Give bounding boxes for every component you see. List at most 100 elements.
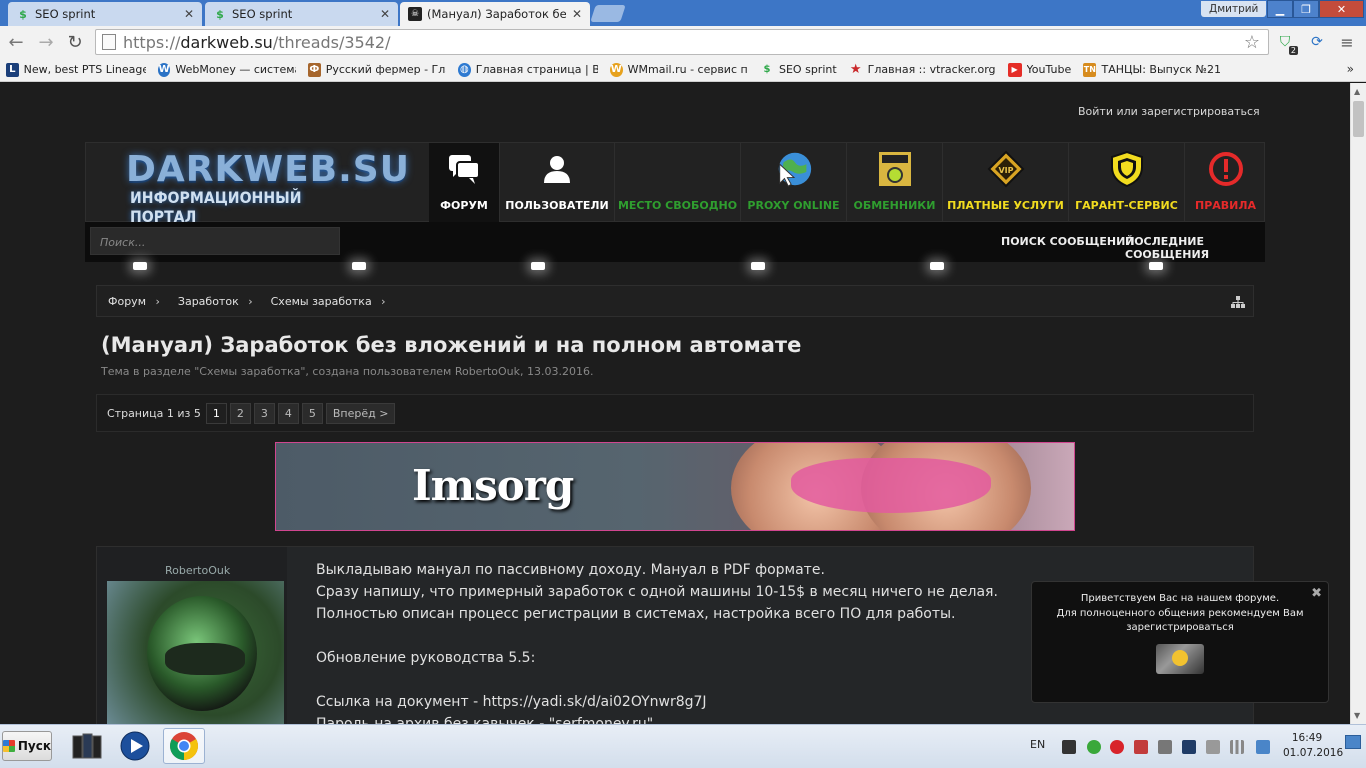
shield-icon	[1107, 151, 1147, 187]
author-name[interactable]: RobertoOuk	[165, 564, 230, 577]
breadcrumb: Форум Заработок Схемы заработка	[96, 285, 1254, 317]
page-5-button[interactable]: 5	[301, 402, 323, 424]
avatar[interactable]	[107, 581, 284, 724]
start-button[interactable]: Пуск	[2, 731, 52, 761]
search-input[interactable]: Поиск...	[90, 227, 340, 255]
tray-network-icon[interactable]	[1182, 740, 1196, 754]
recent-messages-link[interactable]: ПОСЛЕДНИЕ СООБЩЕНИЯ	[1125, 235, 1265, 261]
banner-text: Imsorg	[412, 461, 574, 510]
light-decoration	[751, 262, 765, 270]
bookmark-seo-sprint[interactable]: $ SEO sprint	[760, 63, 837, 77]
page-3-button[interactable]: 3	[253, 402, 275, 424]
page-info: Страница 1 из 5	[107, 406, 201, 420]
page-1-button[interactable]: 1	[205, 402, 227, 424]
page-icon	[102, 34, 116, 50]
bookmark-lineage[interactable]: LNew, best PTS Lineage 2	[6, 62, 146, 77]
nav-free-space[interactable]: МЕСТО СВОБОДНО	[615, 143, 741, 223]
page-2-button[interactable]: 2	[229, 402, 251, 424]
site-logo[interactable]: DARKWEB.SU ИНФОРМАЦИОННЫЙ ПОРТАЛ	[126, 149, 409, 226]
signal-icon[interactable]	[1230, 740, 1244, 754]
notice-mascot-icon	[1156, 644, 1204, 674]
clock[interactable]: 16:49 01.07.2016	[1283, 731, 1343, 761]
back-icon[interactable]: ←	[5, 31, 27, 53]
taskbar-app-servers[interactable]	[66, 728, 108, 764]
tray-app-icon[interactable]	[1062, 740, 1076, 754]
bookmark-star-icon[interactable]: ☆	[1244, 32, 1260, 53]
sync-extension-icon[interactable]: ⟳	[1307, 32, 1327, 52]
web-page: Войти или зарегистрироваться DARKWEB.SU …	[0, 83, 1350, 724]
farmer-icon: Ф	[308, 62, 321, 77]
tab-active-thread[interactable]: ☠ (Мануал) Заработок без вл ✕	[400, 2, 590, 26]
bookmark-youtube[interactable]: ▶ YouTube	[1007, 62, 1071, 77]
tab-close-icon[interactable]: ✕	[380, 7, 390, 21]
youtube-icon: ▶	[1007, 62, 1022, 77]
taskbar-app-chrome[interactable]	[163, 728, 205, 764]
nav-guarantee-service[interactable]: ГАРАНТ-СЕРВИС	[1069, 143, 1185, 223]
post-line: Пароль на архив без кавычек - "serfmoney…	[316, 716, 654, 724]
url-scheme: https://	[123, 32, 181, 52]
tray-wifi-icon[interactable]	[1256, 740, 1270, 754]
nav-proxy-online[interactable]: PROXY ONLINE	[741, 143, 847, 223]
search-bar: Поиск... ПОИСК СООБЩЕНИЙ ПОСЛЕДНИЕ СООБЩ…	[85, 222, 1265, 262]
bookmark-wmmail[interactable]: W WMmail.ru - сервис поч	[610, 62, 748, 77]
globe-cursor-icon	[774, 151, 814, 187]
new-tab-button[interactable]	[590, 5, 626, 22]
sitemap-icon[interactable]	[1231, 294, 1245, 308]
minimize-button[interactable]: ▁	[1267, 0, 1293, 18]
maximize-button[interactable]: ❐	[1293, 0, 1319, 18]
user-icon	[537, 151, 577, 187]
tab-title: SEO sprint	[35, 7, 96, 21]
bookmark-farmer[interactable]: Ф Русский фермер - Глав	[308, 62, 446, 77]
seo-sprint-icon: $	[19, 7, 27, 21]
bookmark-webmoney[interactable]: WWebMoney — система р	[158, 62, 296, 77]
close-window-button[interactable]: ✕	[1319, 0, 1364, 18]
nav-rules[interactable]: ПРАВИЛА	[1185, 143, 1266, 223]
tray-opera-icon[interactable]	[1110, 740, 1124, 754]
tray-sync-icon[interactable]	[1087, 740, 1101, 754]
tray-antivirus-icon[interactable]	[1134, 740, 1148, 754]
page-4-button[interactable]: 4	[277, 402, 299, 424]
breadcrumb-schemes[interactable]: Схемы заработка	[271, 295, 386, 308]
wmmail-icon: W	[610, 62, 623, 77]
taskbar-app-media-player[interactable]	[114, 728, 156, 764]
globe-icon: ◍	[458, 62, 471, 77]
nav-users[interactable]: ПОЛЬЗОВАТЕЛИ	[500, 143, 615, 223]
tray-device-icon[interactable]	[1206, 740, 1220, 754]
nav-exchangers[interactable]: ОБМЕННИКИ	[847, 143, 943, 223]
tab-close-icon[interactable]: ✕	[572, 7, 582, 21]
bookmark-vtracker[interactable]: ★ Главная :: vtracker.org	[849, 62, 996, 77]
star-icon: ★	[849, 62, 862, 77]
page-scrollbar[interactable]: ▲ ▼	[1350, 83, 1366, 724]
nav-forum[interactable]: ФОРУМ	[429, 143, 500, 223]
show-desktop-button[interactable]	[1345, 735, 1361, 749]
bookmark-bin[interactable]: ◍ Главная страница | Bin	[458, 62, 598, 77]
forum-chat-icon	[444, 151, 484, 187]
tab-title: (Мануал) Заработок без вл	[427, 7, 566, 21]
search-messages-link[interactable]: ПОИСК СООБЩЕНИЙ	[1001, 235, 1135, 248]
tab-seo-sprint-2[interactable]: $ SEO sprint ✕	[205, 2, 398, 26]
ad-banner[interactable]: Imsorg	[275, 442, 1075, 531]
breadcrumb-forum[interactable]: Форум	[108, 295, 160, 308]
tab-close-icon[interactable]: ✕	[184, 7, 194, 21]
language-indicator[interactable]: EN	[1030, 738, 1045, 751]
browser-toolbar: ← → ↻ https:// darkweb.su /threads/3542/…	[0, 26, 1366, 58]
reload-icon[interactable]: ↻	[64, 31, 86, 53]
shield-extension-icon[interactable]: ⛉ 2	[1275, 32, 1298, 55]
notice-text: Приветствуем Вас на нашем форуме. Для по…	[1056, 593, 1304, 633]
nav-paid-services[interactable]: VIP ПЛАТНЫЕ УСЛУГИ	[943, 143, 1069, 223]
scroll-down-icon[interactable]: ▼	[1354, 711, 1360, 720]
scroll-thumb[interactable]	[1353, 101, 1364, 137]
menu-icon[interactable]: ≡	[1337, 32, 1357, 52]
light-decoration	[352, 262, 366, 270]
more-bookmarks-button[interactable]: »	[1347, 62, 1354, 76]
address-bar[interactable]: https:// darkweb.su /threads/3542/ ☆	[95, 29, 1269, 55]
login-register-link[interactable]: Войти или зарегистрироваться	[1078, 105, 1260, 118]
bookmark-tnt[interactable]: TN ТАНЦЫ: Выпуск №21 с	[1083, 62, 1223, 77]
tab-seo-sprint-1[interactable]: $ SEO sprint ✕	[8, 2, 202, 26]
forward-icon[interactable]: →	[35, 31, 57, 53]
next-page-button[interactable]: Вперёд >	[325, 402, 396, 424]
scroll-up-icon[interactable]: ▲	[1354, 87, 1360, 96]
breadcrumb-earnings[interactable]: Заработок	[178, 295, 253, 308]
profile-name[interactable]: Дмитрий	[1201, 1, 1267, 17]
volume-icon[interactable]	[1158, 740, 1172, 754]
